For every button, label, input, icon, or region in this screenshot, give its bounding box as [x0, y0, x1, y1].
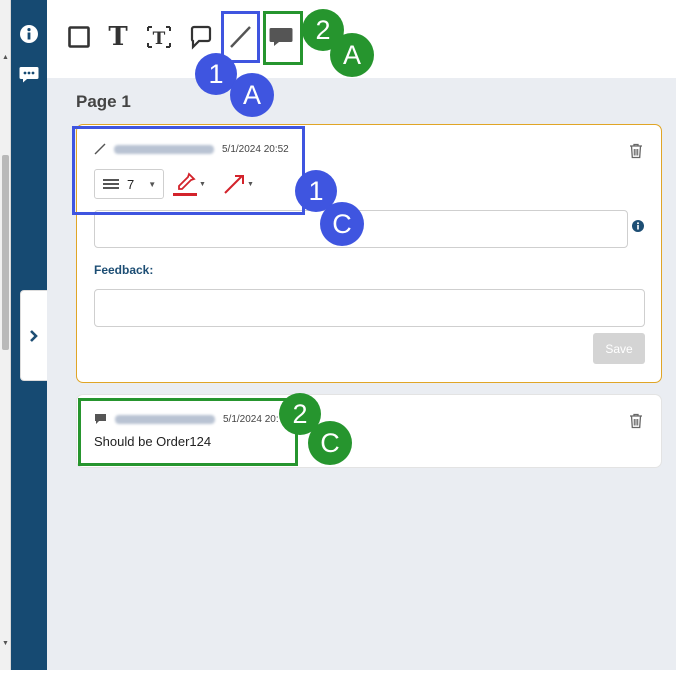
feedback-input[interactable]	[94, 289, 645, 327]
collapse-panel-tab[interactable]	[20, 290, 47, 381]
rectangle-tool-button[interactable]	[64, 22, 94, 52]
save-button[interactable]: Save	[593, 333, 645, 364]
info-icon[interactable]	[17, 22, 41, 46]
callout-2c-letter: C	[308, 421, 352, 465]
scroll-up-arrow-icon[interactable]: ▲	[2, 54, 9, 61]
svg-text:T: T	[153, 29, 166, 49]
callout-tool-button[interactable]	[185, 22, 215, 52]
sidebar-scrollbar[interactable]: ▲ ▼	[0, 0, 11, 670]
comment-meta-highlight	[78, 398, 298, 466]
annotation-meta-highlight	[72, 126, 305, 215]
callout-icon	[190, 25, 212, 50]
text-tool-button[interactable]: T	[103, 22, 133, 52]
annotation-app: ▲ ▼ T T Page 1 5/1/2024 20:52 7 ▼ ▼ ▼ Fe…	[0, 0, 676, 675]
info-icon[interactable]	[632, 220, 644, 232]
callout-2a-letter: A	[330, 33, 374, 77]
scroll-down-arrow-icon[interactable]: ▼	[2, 640, 9, 647]
textbox-icon: T	[147, 26, 171, 49]
scrollbar-thumb[interactable]	[2, 155, 9, 350]
callout-1a-letter: A	[230, 73, 274, 117]
feedback-label: Feedback:	[94, 263, 154, 277]
chevron-right-icon	[30, 329, 38, 342]
comment-tool-highlight	[263, 11, 303, 65]
callout-1c-letter: C	[320, 202, 364, 246]
page-title: Page 1	[76, 92, 131, 111]
comment-bubble-icon[interactable]	[17, 62, 41, 86]
trash-icon[interactable]	[629, 413, 643, 429]
text-icon: T	[108, 22, 128, 52]
rectangle-icon	[68, 26, 90, 48]
textbox-tool-button[interactable]: T	[144, 22, 174, 52]
trash-icon[interactable]	[629, 143, 643, 159]
